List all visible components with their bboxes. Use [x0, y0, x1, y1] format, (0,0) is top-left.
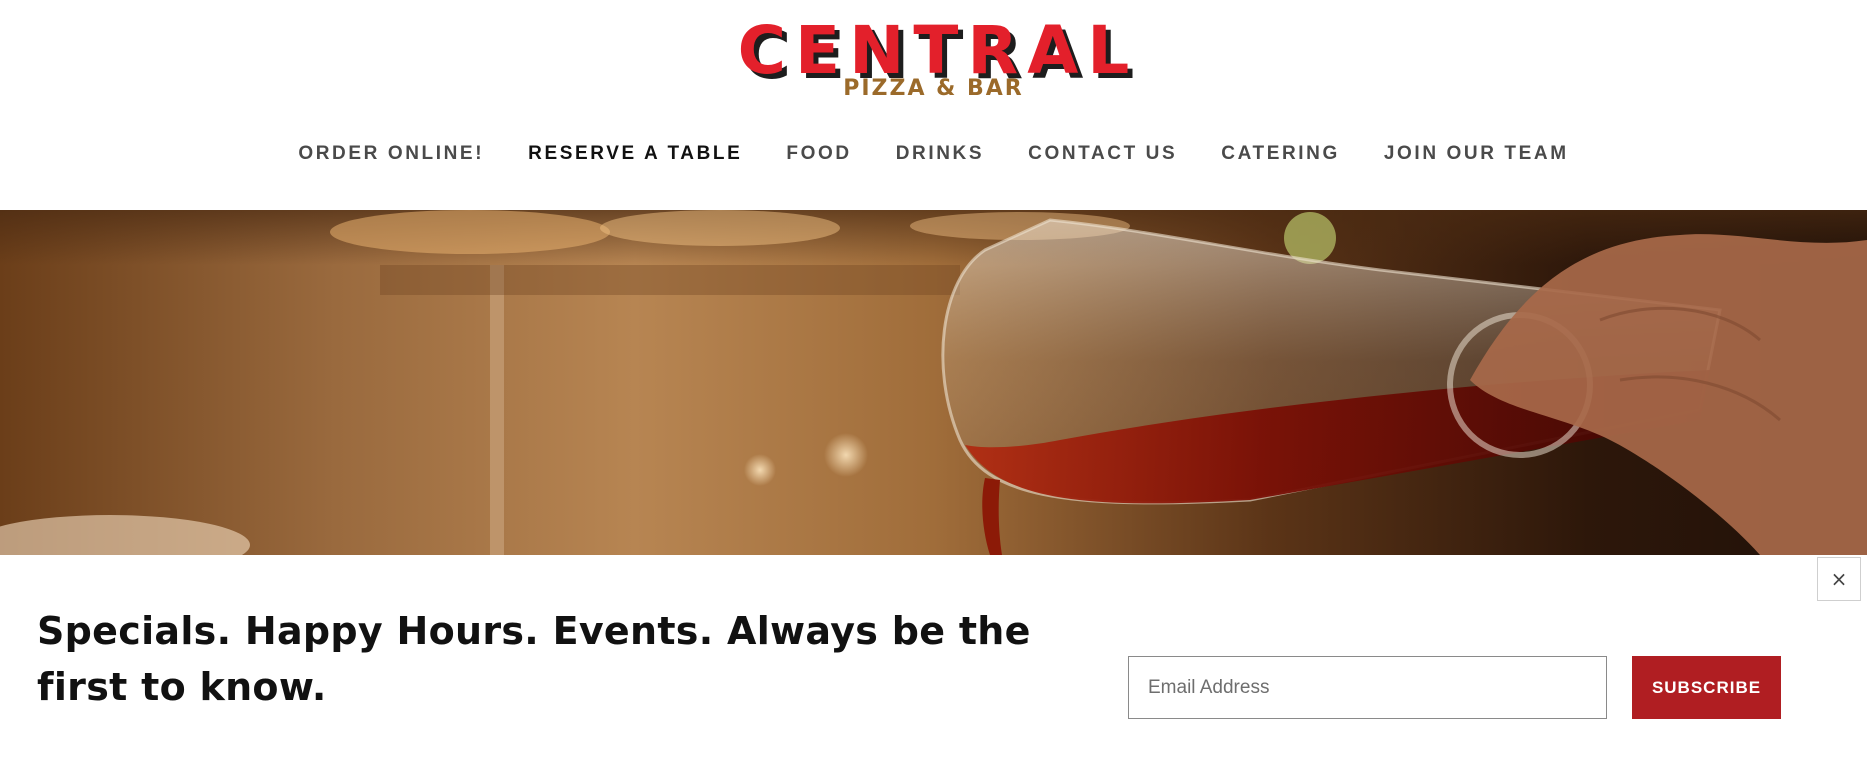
newsletter-signup: × Specials. Happy Hours. Events. Always … [0, 555, 1867, 779]
newsletter-headline: Specials. Happy Hours. Events. Always be… [37, 609, 1031, 709]
site-header: CENTRAL PIZZA & BAR ORDER ONLINE! RESERV… [0, 0, 1867, 210]
subscribe-button[interactable]: SUBSCRIBE [1632, 656, 1781, 719]
hero-image [0, 210, 1867, 555]
nav-catering[interactable]: CATERING [1221, 143, 1340, 165]
logo-wordmark: CENTRAL [737, 12, 1139, 89]
nav-drinks[interactable]: DRINKS [896, 143, 984, 165]
wine-carafe-photo [0, 210, 1867, 555]
nav-join-our-team[interactable]: JOIN OUR TEAM [1384, 143, 1569, 165]
nav-order-online[interactable]: ORDER ONLINE! [298, 143, 484, 165]
nav-contact-us[interactable]: CONTACT US [1028, 143, 1177, 165]
page: CENTRAL PIZZA & BAR ORDER ONLINE! RESERV… [0, 0, 1867, 779]
nav-food[interactable]: FOOD [786, 143, 851, 165]
close-button[interactable]: × [1817, 557, 1861, 601]
main-nav: ORDER ONLINE! RESERVE A TABLE FOOD DRINK… [0, 143, 1867, 165]
nav-reserve-a-table[interactable]: RESERVE A TABLE [528, 143, 742, 165]
logo[interactable]: CENTRAL [0, 18, 1867, 84]
logo-tagline: PIZZA & BAR [843, 76, 1024, 101]
email-field[interactable] [1128, 656, 1607, 719]
